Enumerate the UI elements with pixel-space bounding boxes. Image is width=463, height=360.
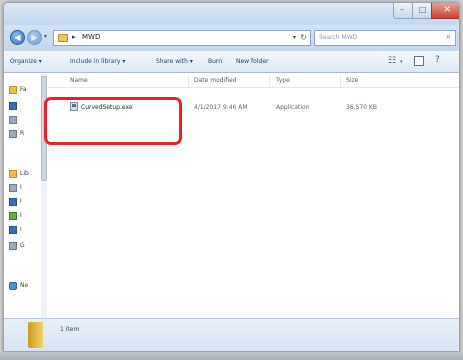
nav-item-label: I <box>20 212 22 219</box>
column-headers: Name Date modified Type Size <box>48 74 459 88</box>
navigation-pane: Fa R Lib I I I I G Ne <box>4 74 47 318</box>
view-options-dropdown[interactable]: ▾ <box>400 59 403 65</box>
share-with-button[interactable]: Share with ▾ <box>156 58 193 65</box>
libraries-icon <box>9 170 17 178</box>
nav-item-label: I <box>20 198 22 205</box>
organize-button[interactable]: Organize ▾ <box>10 58 42 65</box>
minimize-button[interactable]: – <box>393 3 413 19</box>
taskbar <box>0 352 463 360</box>
column-header-date-modified[interactable]: Date modified <box>194 77 237 84</box>
maximize-button[interactable]: □ <box>412 3 432 19</box>
forward-button[interactable]: ▶ <box>27 30 42 45</box>
title-bar[interactable]: – □ × <box>4 3 459 25</box>
search-icon[interactable]: ⌕ <box>446 32 451 42</box>
change-view-icon[interactable]: ☷ <box>388 56 396 66</box>
network-icon <box>9 282 17 290</box>
breadcrumb-arrow-icon[interactable]: ▸ <box>72 33 76 41</box>
nav-item-label: I <box>20 184 22 191</box>
homegroup-icon <box>9 242 17 250</box>
column-divider[interactable] <box>269 75 270 87</box>
nav-item-label: Ne <box>20 282 29 289</box>
address-field[interactable]: ▸ MWD ▾ ↻ <box>53 30 311 46</box>
music-icon <box>9 198 17 206</box>
desktop-icon <box>9 102 17 110</box>
minimize-icon: – <box>400 5 404 14</box>
column-header-name[interactable]: Name <box>70 77 88 84</box>
file-type: Application <box>276 104 310 111</box>
favorites-star-icon <box>9 86 17 94</box>
new-folder-button[interactable]: New folder <box>236 58 268 65</box>
preview-pane-icon[interactable] <box>414 56 424 66</box>
nav-item-label: Fa <box>20 86 27 93</box>
refresh-icon[interactable]: ↻ <box>300 33 307 42</box>
downloads-icon <box>9 116 17 124</box>
column-header-type[interactable]: Type <box>276 77 290 84</box>
close-icon: × <box>443 4 452 15</box>
address-bar-area: ◀ ▶ ▾ ▸ MWD ▾ ↻ Search MWD ⌕ <box>4 25 459 51</box>
details-pane: 1 item <box>4 318 459 351</box>
include-in-library-button[interactable]: Include in library ▾ <box>70 58 125 65</box>
recent-places-icon <box>9 130 17 138</box>
annotation-highlight-box <box>44 97 182 145</box>
command-bar: Organize ▾ Include in library ▾ Share wi… <box>4 51 459 73</box>
help-icon[interactable]: ? <box>435 55 440 65</box>
column-header-size[interactable]: Size <box>346 77 358 84</box>
address-history-dropdown[interactable]: ▾ <box>293 34 296 41</box>
nav-item-label: Lib <box>20 170 29 177</box>
nav-item-label: G <box>20 242 25 249</box>
burn-button[interactable]: Burn <box>208 58 222 65</box>
item-count: 1 item <box>60 326 80 333</box>
file-date-modified: 4/1/2017 9:46 AM <box>194 104 248 111</box>
breadcrumb-path[interactable]: MWD <box>82 33 100 41</box>
documents-icon <box>9 184 17 192</box>
folder-icon <box>28 322 43 348</box>
search-input[interactable]: Search MWD ⌕ <box>314 30 456 46</box>
column-divider[interactable] <box>340 75 341 87</box>
folder-icon <box>58 34 68 42</box>
explorer-window: – □ × ◀ ▶ ▾ ▸ MWD ▾ ↻ Search MWD ⌕ Organ… <box>3 2 460 352</box>
close-button[interactable]: × <box>431 3 459 19</box>
file-size: 36,570 KB <box>346 104 377 111</box>
pictures-icon <box>9 212 17 220</box>
recent-locations-dropdown[interactable]: ▾ <box>44 33 47 40</box>
back-button[interactable]: ◀ <box>10 30 25 45</box>
nav-item-label: R <box>20 130 25 137</box>
videos-icon <box>9 226 17 234</box>
search-placeholder: Search MWD <box>319 34 358 41</box>
maximize-icon: □ <box>419 5 427 14</box>
column-divider[interactable] <box>188 75 189 87</box>
nav-item-label: I <box>20 226 22 233</box>
